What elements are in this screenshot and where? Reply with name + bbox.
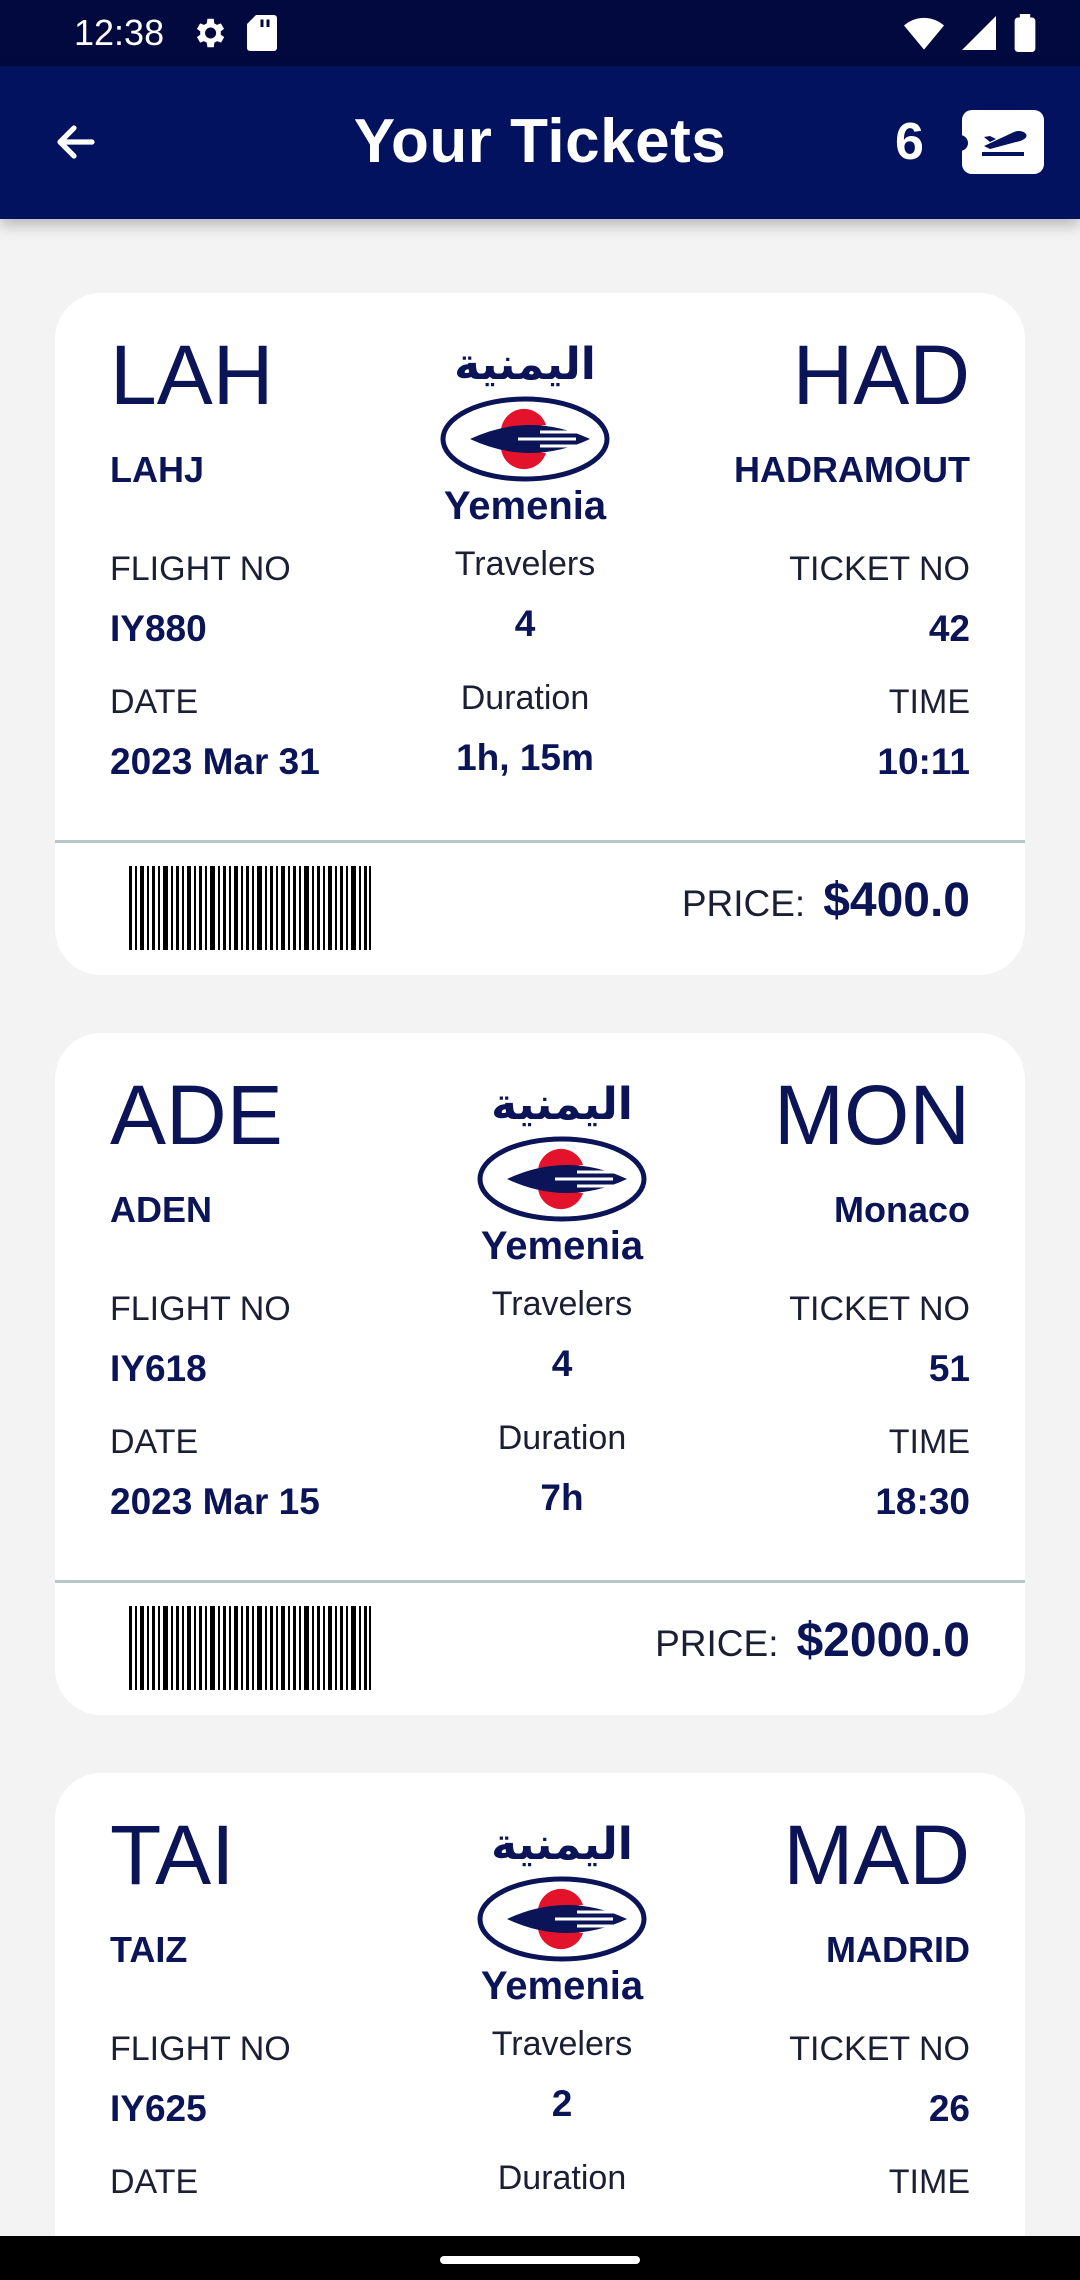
tickets-button[interactable] <box>952 110 1044 174</box>
price-label: PRICE: <box>655 1623 779 1664</box>
date-label: DATE <box>110 1423 199 1461</box>
svg-text:Yemenia: Yemenia <box>481 1224 644 1268</box>
yemenia-logo: اليمنية Yemenia <box>477 1079 647 1268</box>
from-code: TAI <box>110 1808 235 1902</box>
to-code: MAD <box>783 1808 970 1902</box>
flight-no-value: IY880 <box>110 608 207 649</box>
ticket-card[interactable]: LAH LAHJ HAD HADRAMOUT اليمنية Yemenia F… <box>55 293 1025 975</box>
to-city: MADRID <box>826 1929 970 1970</box>
ticket-count: 6 <box>895 113 924 171</box>
airplane-icon <box>982 130 1027 156</box>
time-value: 10:11 <box>877 741 970 782</box>
price-label: PRICE: <box>681 883 806 924</box>
flight-no-value: IY625 <box>110 2088 207 2129</box>
from-code: LAH <box>110 328 274 422</box>
time-label: TIME <box>888 1423 970 1461</box>
ticket-divider <box>55 840 1025 843</box>
time-value: 18:30 <box>875 1481 970 1522</box>
price-row: PRICE: $400.0 <box>682 873 970 928</box>
svg-text:Yemenia: Yemenia <box>444 484 607 528</box>
date-value: 2023 Mar 15 <box>110 1481 320 1522</box>
status-bar: 12:38 <box>0 0 1080 66</box>
ticket-no-label: TICKET NO <box>789 550 970 588</box>
date-label: DATE <box>110 683 199 721</box>
travelers-label: Travelers <box>491 1285 633 1323</box>
date-label: DATE <box>110 2163 199 2201</box>
travelers-label: Travelers <box>491 2025 633 2063</box>
from-city: ADEN <box>110 1189 213 1230</box>
ticket-card[interactable]: TAI TAIZ MAD MADRID اليمنية Yemenia FLIG… <box>55 1773 1025 2236</box>
app-bar: Your Tickets 6 <box>0 66 1080 219</box>
signal-icon <box>962 16 996 50</box>
wifi-icon <box>904 17 944 50</box>
price-row: PRICE: $2000.0 <box>655 1613 970 1668</box>
status-time: 12:38 <box>74 12 165 53</box>
duration-label: Duration <box>497 1419 627 1457</box>
barcode <box>129 866 371 950</box>
ticket-no-label: TICKET NO <box>789 2030 970 2068</box>
sd-card-icon <box>247 15 277 51</box>
price-value: $400.0 <box>823 874 970 927</box>
svg-text:اليمنية: اليمنية <box>491 1819 633 1870</box>
settings-icon <box>196 18 225 48</box>
ticket-no-value: 26 <box>928 2088 970 2129</box>
duration-label: Duration <box>460 679 590 717</box>
svg-text:اليمنية: اليمنية <box>454 339 596 390</box>
home-handle[interactable] <box>440 2256 640 2264</box>
yemenia-logo: اليمنية Yemenia <box>477 1819 647 2008</box>
ticket-card[interactable]: ADE ADEN MON Monaco اليمنية Yemenia FLIG… <box>55 1033 1025 1715</box>
from-city: LAHJ <box>110 449 205 490</box>
flight-no-value: IY618 <box>110 1348 207 1389</box>
ticket-divider <box>55 1580 1025 1583</box>
yemenia-logo: اليمنية Yemenia <box>440 339 610 528</box>
from-code: ADE <box>110 1068 283 1162</box>
to-code: MON <box>774 1068 970 1162</box>
ticket-no-label: TICKET NO <box>789 1290 970 1328</box>
barcode <box>129 1606 371 1690</box>
svg-text:اليمنية: اليمنية <box>491 1079 633 1130</box>
travelers-value: 2 <box>551 2083 573 2124</box>
to-city: Monaco <box>833 1189 970 1230</box>
travelers-label: Travelers <box>454 545 596 583</box>
time-label: TIME <box>888 683 970 721</box>
duration-value: 1h, 15m <box>456 737 594 778</box>
duration-label: Duration <box>497 2159 627 2197</box>
system-nav-bar <box>0 2236 1080 2280</box>
svg-text:Yemenia: Yemenia <box>481 1964 644 2008</box>
flight-no-label: FLIGHT NO <box>110 550 291 588</box>
ticket-no-value: 42 <box>928 608 970 649</box>
duration-value: 7h <box>540 1477 584 1518</box>
flight-no-label: FLIGHT NO <box>110 1290 291 1328</box>
ticket-no-value: 51 <box>928 1348 970 1389</box>
price-value: $2000.0 <box>796 1614 970 1667</box>
travelers-value: 4 <box>514 603 536 644</box>
from-city: TAIZ <box>110 1929 188 1970</box>
to-code: HAD <box>792 328 970 422</box>
to-city: HADRAMOUT <box>734 449 970 490</box>
battery-icon <box>1014 14 1036 52</box>
flight-no-label: FLIGHT NO <box>110 2030 291 2068</box>
time-label: TIME <box>888 2163 970 2201</box>
travelers-value: 4 <box>551 1343 573 1384</box>
date-value: 2023 Mar 31 <box>110 741 320 782</box>
